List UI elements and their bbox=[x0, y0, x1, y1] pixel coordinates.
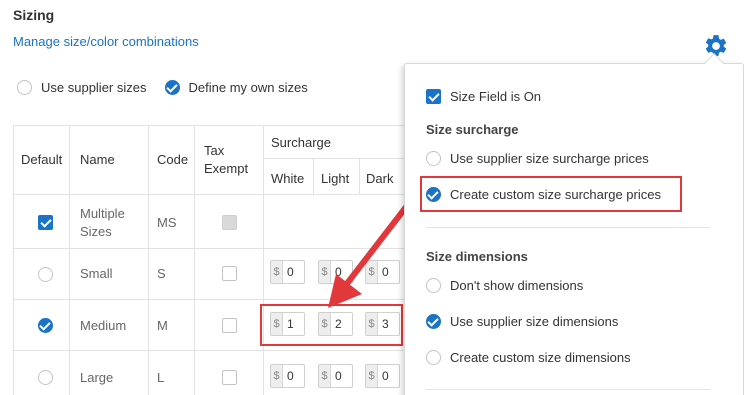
header-tax-line2: Exempt bbox=[204, 161, 249, 176]
default-checkbox-multiple[interactable] bbox=[38, 215, 53, 230]
supplier-surcharge-radio[interactable] bbox=[426, 151, 441, 166]
surcharge-option-custom[interactable]: Create custom size surcharge prices bbox=[426, 187, 661, 202]
supplier-dimensions-label: Use supplier size dimensions bbox=[450, 314, 619, 329]
table-divider bbox=[194, 125, 195, 395]
no-dimensions-label: Don't show dimensions bbox=[450, 278, 584, 293]
header-white: White bbox=[271, 171, 305, 186]
row-name: Medium bbox=[80, 318, 127, 333]
currency-symbol: $ bbox=[271, 365, 283, 387]
header-code: Code bbox=[157, 152, 189, 167]
tax-exempt-checkbox-medium[interactable] bbox=[222, 318, 237, 333]
header-tax-line1: Tax bbox=[204, 143, 225, 158]
surcharge-value: 0 bbox=[382, 369, 389, 383]
table-divider bbox=[263, 125, 264, 395]
dimension-option-supplier[interactable]: Use supplier size dimensions bbox=[426, 314, 618, 329]
row-code: S bbox=[157, 266, 166, 281]
row-name-line2: Sizes bbox=[80, 224, 112, 239]
define-own-sizes-radio[interactable] bbox=[164, 80, 180, 95]
surcharge-light-large[interactable]: $0 bbox=[318, 364, 353, 388]
header-surcharge: Surcharge bbox=[271, 135, 331, 150]
header-light: Light bbox=[321, 171, 350, 186]
row-code: L bbox=[157, 370, 165, 385]
table-divider bbox=[148, 125, 149, 395]
popover-divider bbox=[426, 227, 710, 228]
default-radio-large[interactable] bbox=[38, 370, 53, 385]
dimension-option-none[interactable]: Don't show dimensions bbox=[426, 278, 583, 293]
surcharge-value: 0 bbox=[335, 369, 342, 383]
size-field-toggle[interactable]: Size Field is On bbox=[426, 89, 541, 104]
no-dimensions-radio[interactable] bbox=[426, 278, 441, 293]
popover-divider bbox=[426, 389, 710, 390]
size-dimensions-heading: Size dimensions bbox=[426, 249, 528, 264]
surcharge-value: 0 bbox=[287, 265, 294, 279]
custom-dimensions-radio[interactable] bbox=[426, 350, 441, 365]
use-supplier-sizes-radio[interactable] bbox=[17, 80, 32, 95]
surcharge-value: 0 bbox=[287, 369, 294, 383]
size-surcharge-heading: Size surcharge bbox=[426, 122, 519, 137]
supplier-surcharge-label: Use supplier size surcharge prices bbox=[450, 151, 649, 166]
tax-exempt-checkbox-large[interactable] bbox=[222, 370, 237, 385]
tax-exempt-checkbox-multiple bbox=[222, 215, 237, 230]
currency-symbol: $ bbox=[366, 365, 378, 387]
currency-symbol: $ bbox=[271, 261, 283, 283]
table-border bbox=[13, 125, 413, 126]
header-dark: Dark bbox=[366, 171, 394, 186]
currency-symbol: $ bbox=[319, 365, 331, 387]
surcharge-option-supplier[interactable]: Use supplier size surcharge prices bbox=[426, 151, 649, 166]
dimension-option-custom[interactable]: Create custom size dimensions bbox=[426, 350, 631, 365]
surcharge-dark-large[interactable]: $0 bbox=[365, 364, 400, 388]
use-supplier-sizes-label: Use supplier sizes bbox=[41, 80, 147, 95]
table-divider bbox=[13, 350, 413, 351]
surcharge-white-large[interactable]: $0 bbox=[270, 364, 305, 388]
custom-surcharge-radio[interactable] bbox=[426, 187, 441, 202]
table-divider bbox=[263, 158, 413, 159]
size-field-checkbox[interactable] bbox=[426, 89, 441, 104]
table-divider bbox=[313, 158, 314, 195]
table-border bbox=[13, 125, 14, 395]
define-own-sizes-label: Define my own sizes bbox=[188, 80, 308, 95]
table-divider bbox=[69, 125, 70, 395]
default-radio-medium[interactable] bbox=[38, 318, 53, 333]
row-code: MS bbox=[157, 215, 177, 230]
section-title: Sizing bbox=[13, 7, 55, 23]
supplier-dimensions-radio[interactable] bbox=[426, 314, 441, 329]
header-name: Name bbox=[80, 152, 115, 167]
size-source-options: Use supplier sizes Define my own sizes bbox=[17, 80, 326, 95]
manage-combinations-link[interactable]: Manage size/color combinations bbox=[13, 34, 199, 49]
default-radio-small[interactable] bbox=[38, 267, 53, 282]
custom-surcharge-label: Create custom size surcharge prices bbox=[450, 187, 661, 202]
row-name: Small bbox=[80, 266, 113, 281]
row-name-line1: Multiple bbox=[80, 206, 125, 221]
custom-dimensions-label: Create custom size dimensions bbox=[450, 350, 631, 365]
header-default: Default bbox=[21, 152, 63, 167]
row-code: M bbox=[157, 318, 168, 333]
row-name: Large bbox=[80, 370, 114, 385]
size-settings-popover bbox=[404, 63, 744, 395]
size-field-label: Size Field is On bbox=[450, 89, 542, 104]
surcharge-white-small[interactable]: $0 bbox=[270, 260, 305, 284]
tax-exempt-checkbox-small[interactable] bbox=[222, 266, 237, 281]
